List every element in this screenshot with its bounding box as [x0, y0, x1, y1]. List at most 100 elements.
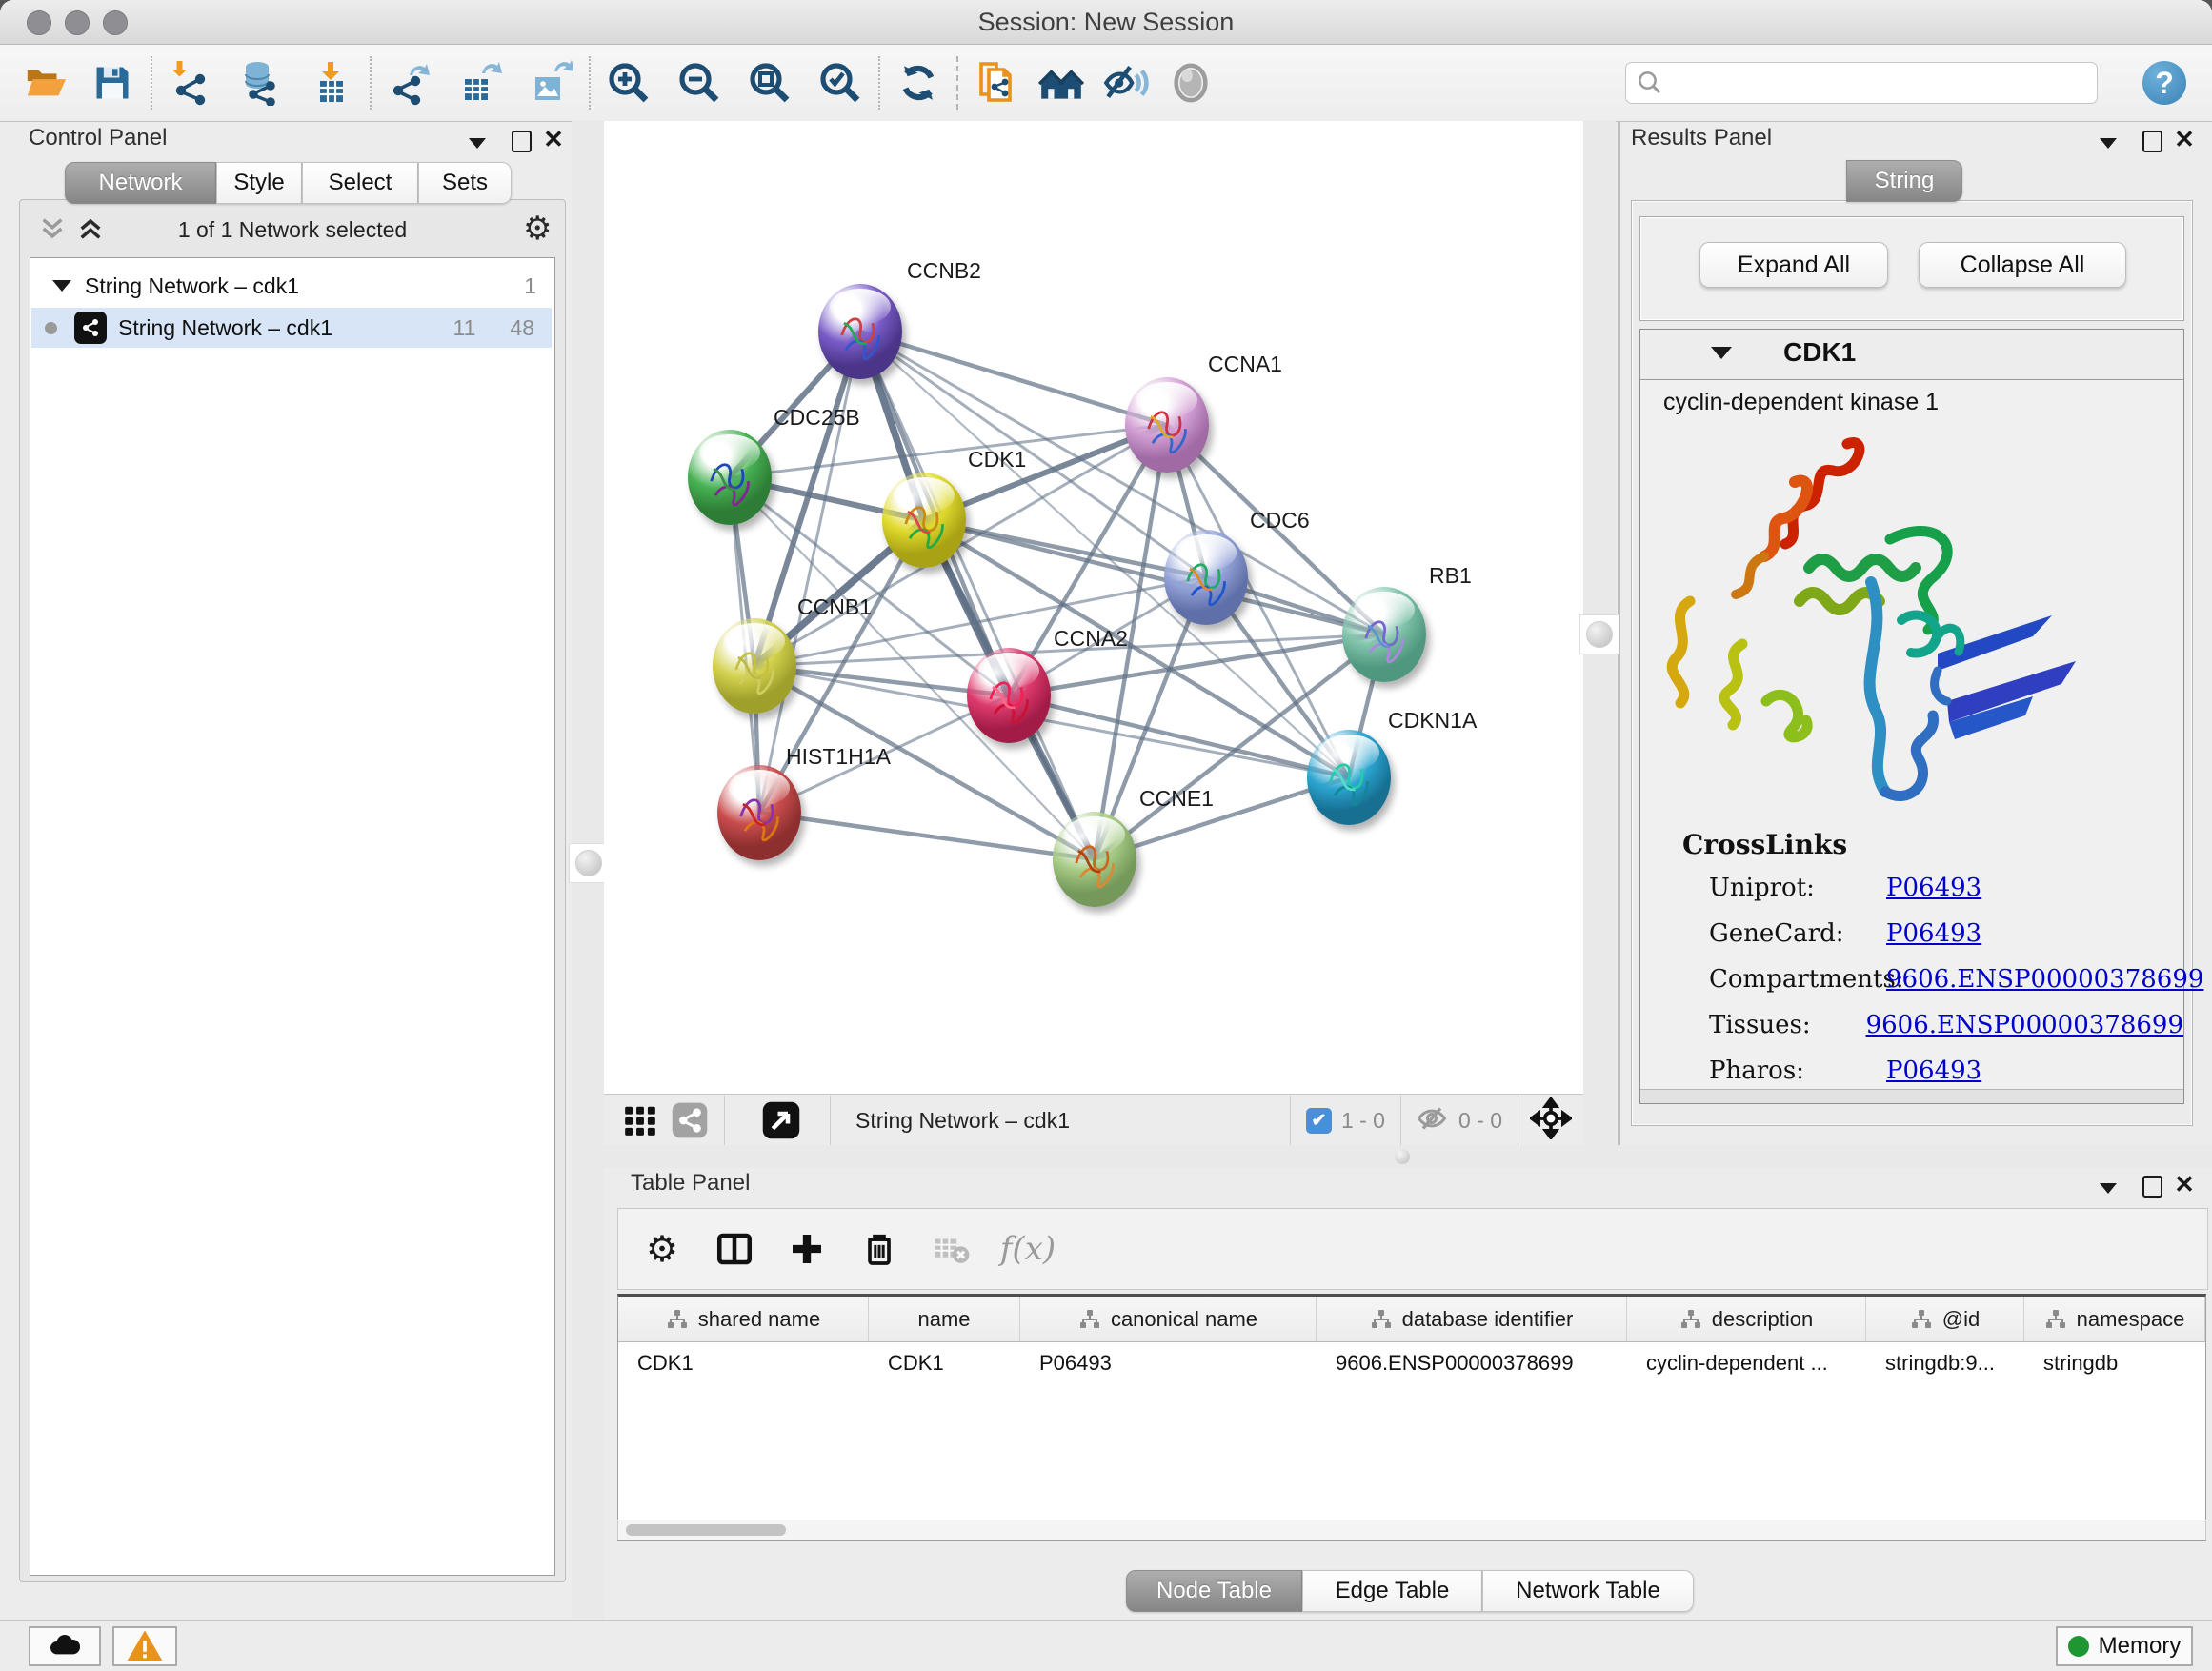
- tab-network-table[interactable]: Network Table: [1482, 1570, 1694, 1612]
- scrollbar-thumb[interactable]: [626, 1524, 786, 1536]
- import-network-file-button[interactable]: [166, 58, 215, 108]
- network-share-button[interactable]: [669, 1101, 711, 1139]
- crosslink-link[interactable]: P06493: [1886, 1057, 1981, 1085]
- edge-CCNB2-CCNA1[interactable]: [860, 332, 1167, 425]
- copy-style-button[interactable]: [972, 58, 1021, 108]
- column-header-name[interactable]: name: [869, 1297, 1020, 1341]
- column-header-description[interactable]: description: [1627, 1297, 1866, 1341]
- export-image-button[interactable]: [526, 58, 575, 108]
- save-session-button[interactable]: [88, 58, 137, 108]
- right-splitter-handle[interactable]: [1579, 614, 1619, 654]
- table-cell[interactable]: CDK1: [618, 1342, 869, 1384]
- column-header-canonical-name[interactable]: canonical name: [1020, 1297, 1317, 1341]
- node-CCNA2[interactable]: [967, 648, 1051, 743]
- edge-CCNB2-CCNE1[interactable]: [860, 332, 1095, 859]
- crosslink-link[interactable]: 9606.ENSP00000378699: [1866, 1011, 2183, 1039]
- refresh-view-button[interactable]: [894, 58, 943, 108]
- delete-column-button[interactable]: [849, 1220, 910, 1278]
- import-table-button[interactable]: [307, 58, 356, 108]
- preview-button[interactable]: [1166, 58, 1216, 108]
- zoom-out-button[interactable]: [674, 58, 724, 108]
- tab-sets[interactable]: Sets: [418, 162, 512, 204]
- table-horizontal-scrollbar[interactable]: [617, 1520, 2206, 1540]
- show-columns-button[interactable]: [704, 1220, 765, 1278]
- table-cell[interactable]: CDK1: [869, 1342, 1020, 1384]
- import-network-database-button[interactable]: [236, 58, 286, 108]
- collapse-all-button[interactable]: Collapse All: [1919, 242, 2126, 288]
- open-view-in-window-button[interactable]: [759, 1100, 803, 1140]
- cloud-button[interactable]: [29, 1626, 101, 1666]
- crosslink-link[interactable]: P06493: [1886, 874, 1981, 902]
- table-panel-close-button[interactable]: ✕: [2170, 1170, 2199, 1198]
- table-cell[interactable]: 9606.ENSP00000378699: [1317, 1342, 1627, 1384]
- table-panel-float-button[interactable]: [2138, 1172, 2166, 1200]
- export-network-button[interactable]: [385, 58, 434, 108]
- node-CCNB2[interactable]: [818, 284, 902, 379]
- hidden-eye-icon[interactable]: [1415, 1101, 1449, 1140]
- home-button[interactable]: [1036, 58, 1086, 108]
- warnings-button[interactable]: [112, 1626, 177, 1666]
- node-RB1[interactable]: [1342, 587, 1426, 682]
- column-header-shared-name[interactable]: shared name: [618, 1297, 869, 1341]
- crosslink-link[interactable]: 9606.ENSP00000378699: [1886, 965, 2203, 994]
- open-session-button[interactable]: [21, 58, 70, 108]
- table-cell[interactable]: P06493: [1020, 1342, 1317, 1384]
- edge-CCNB2-HIST1H1A[interactable]: [759, 332, 860, 813]
- expand-all-button[interactable]: Expand All: [1699, 242, 1888, 288]
- network-options-gear-icon[interactable]: ⚙: [523, 210, 552, 248]
- node-CCNB1[interactable]: [713, 618, 796, 714]
- collapse-triangle-icon[interactable]: [52, 280, 71, 292]
- column-header--id[interactable]: @id: [1866, 1297, 2024, 1341]
- node-CDKN1A[interactable]: [1307, 730, 1391, 825]
- table-row[interactable]: CDK1CDK1P064939606.ENSP00000378699cyclin…: [618, 1342, 2205, 1384]
- tab-string[interactable]: String: [1846, 160, 1962, 202]
- gene-card-header[interactable]: CDK1: [1640, 330, 2183, 380]
- control-panel-float-button[interactable]: [507, 127, 535, 155]
- table-panel-menu-button[interactable]: [2094, 1174, 2122, 1202]
- node-CCNE1[interactable]: [1053, 812, 1136, 907]
- results-panel-menu-button[interactable]: [2094, 129, 2122, 157]
- network-collection-row[interactable]: String Network – cdk1 1: [31, 266, 552, 306]
- tab-network[interactable]: Network: [65, 162, 216, 204]
- export-table-button[interactable]: [455, 58, 505, 108]
- results-panel-close-button[interactable]: ✕: [2170, 125, 2199, 153]
- node-CCNA1[interactable]: [1125, 377, 1209, 473]
- create-column-button[interactable]: [776, 1220, 837, 1278]
- gene-card-scrollbar[interactable]: [1640, 1089, 2183, 1103]
- collapse-triangle-icon[interactable]: [1711, 347, 1732, 359]
- zoom-selected-button[interactable]: [815, 58, 865, 108]
- edge-CDK1-RB1[interactable]: [924, 520, 1384, 634]
- left-splitter-handle[interactable]: [569, 843, 609, 883]
- network-canvas[interactable]: CCNB2CCNA1CDC25BCDK1CDC6RB1CCNB1CCNA2CDK…: [604, 121, 1583, 1094]
- control-panel-close-button[interactable]: ✕: [539, 125, 568, 153]
- search-input[interactable]: [1625, 62, 2098, 104]
- table-cell[interactable]: cyclin-dependent ...: [1627, 1342, 1866, 1384]
- column-header-namespace[interactable]: namespace: [2024, 1297, 2205, 1341]
- edge-HIST1H1A-CCNE1[interactable]: [759, 813, 1095, 859]
- zoom-in-button[interactable]: [604, 58, 654, 108]
- horizontal-splitter-handle[interactable]: [1395, 1149, 1410, 1164]
- memory-button[interactable]: Memory: [2056, 1626, 2193, 1666]
- show-hide-graphics-button[interactable]: [1101, 58, 1151, 108]
- table-cell[interactable]: stringdb: [2024, 1342, 2205, 1384]
- birdseye-grid-button[interactable]: [619, 1102, 661, 1138]
- selected-checkbox[interactable]: ✔: [1306, 1108, 1332, 1134]
- control-panel-menu-button[interactable]: [463, 129, 492, 157]
- table-options-gear-button[interactable]: ⚙: [632, 1220, 693, 1278]
- results-panel-float-button[interactable]: [2138, 127, 2166, 155]
- node-CDC6[interactable]: [1164, 530, 1248, 625]
- help-button[interactable]: ?: [2140, 58, 2189, 108]
- tab-select[interactable]: Select: [302, 162, 418, 204]
- zoom-fit-button[interactable]: [745, 58, 794, 108]
- node-HIST1H1A[interactable]: [717, 765, 801, 860]
- tab-style[interactable]: Style: [216, 162, 302, 204]
- network-row-selected[interactable]: String Network – cdk1 11 48: [31, 308, 552, 348]
- tab-edge-table[interactable]: Edge Table: [1302, 1570, 1482, 1612]
- tab-node-table[interactable]: Node Table: [1126, 1570, 1302, 1612]
- node-CDK1[interactable]: [882, 473, 966, 568]
- move-crosshair-button[interactable]: [1530, 1097, 1572, 1144]
- column-header-database-identifier[interactable]: database identifier: [1317, 1297, 1627, 1341]
- table-cell[interactable]: stringdb:9...: [1866, 1342, 2024, 1384]
- node-CDC25B[interactable]: [688, 430, 772, 525]
- crosslink-link[interactable]: P06493: [1886, 919, 1981, 948]
